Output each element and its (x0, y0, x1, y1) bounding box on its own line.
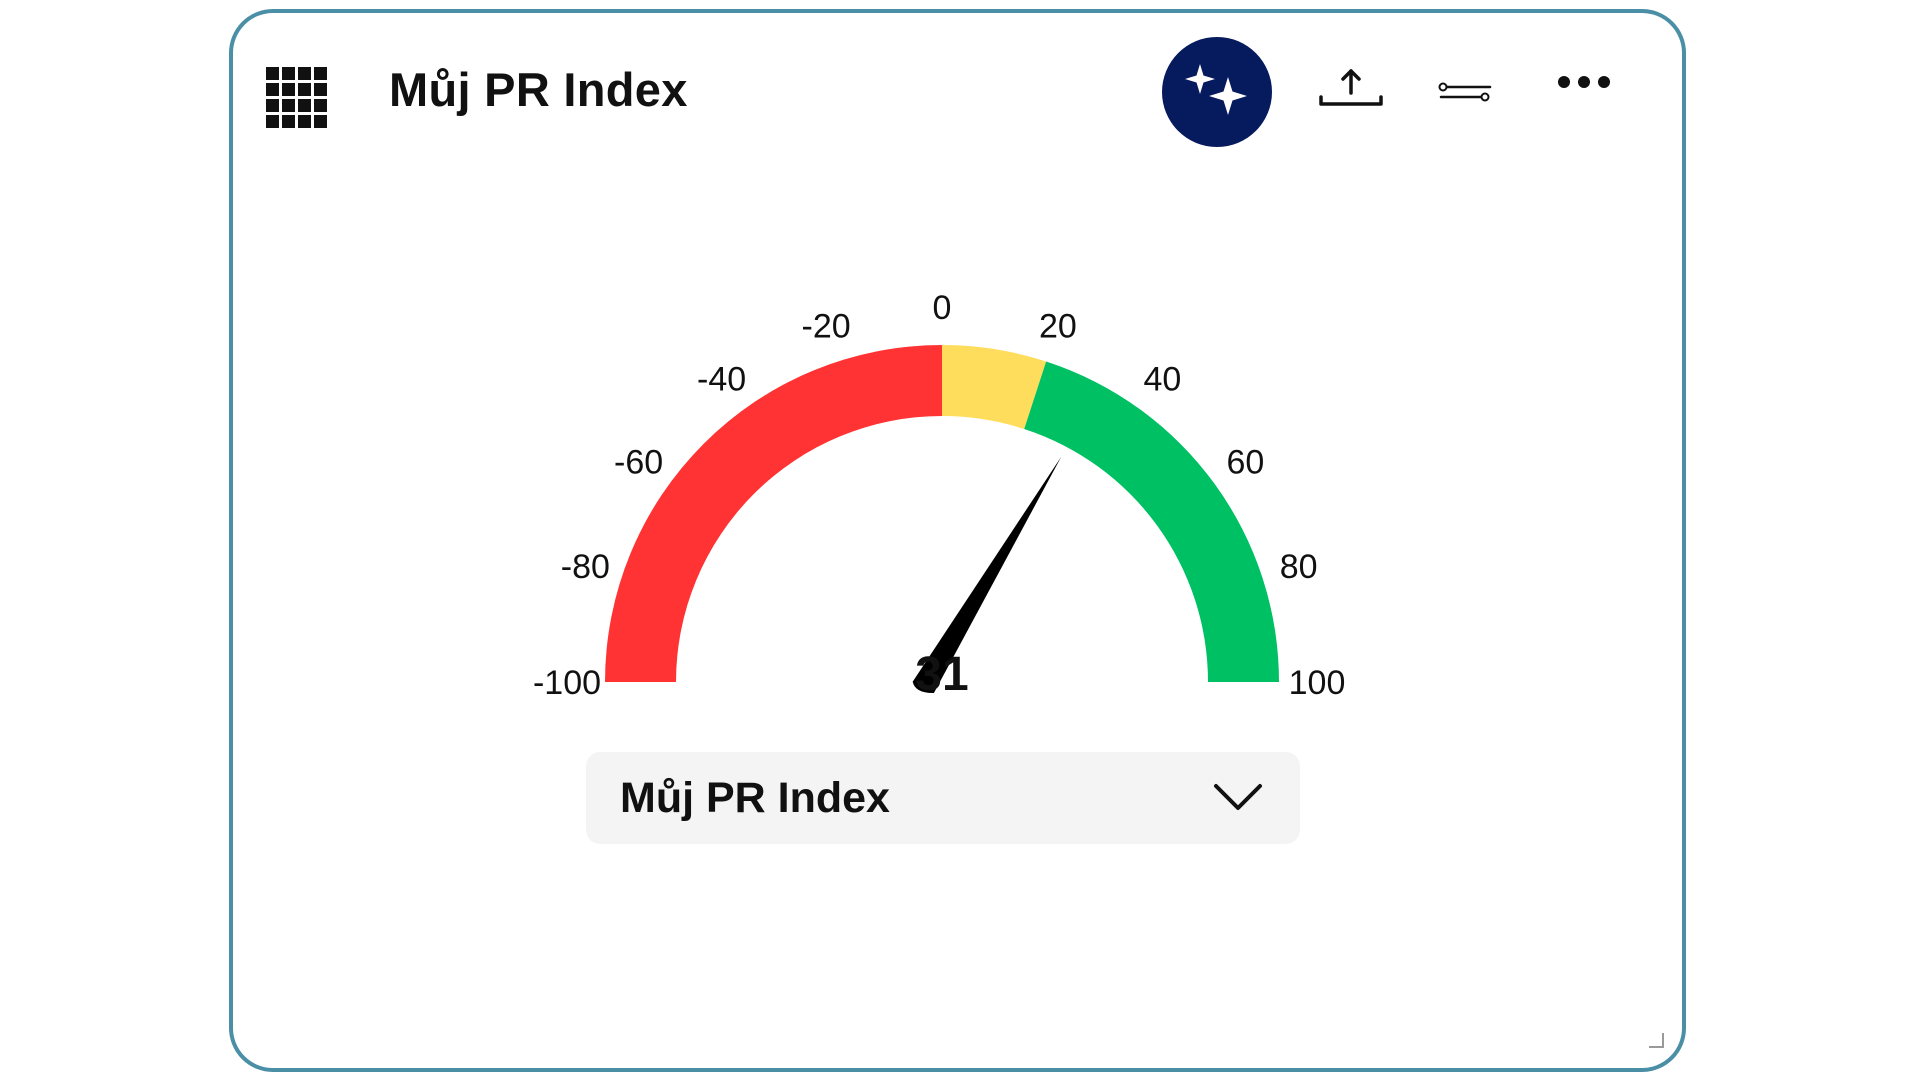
index-selector-dropdown[interactable]: Můj PR Index (586, 752, 1300, 844)
gauge-value: 31 (915, 648, 968, 701)
gauge-tick-label: 60 (1226, 444, 1264, 482)
selector-value: Můj PR Index (620, 774, 890, 822)
gauge-tick-label: -80 (561, 548, 610, 586)
gauge-tick-label: 20 (1039, 307, 1077, 345)
resize-handle-icon[interactable] (1646, 1030, 1666, 1050)
gauge-tick-label: -100 (533, 664, 601, 702)
gauge-tick-label: 100 (1289, 664, 1346, 702)
gauge-tick-label: -20 (802, 307, 851, 345)
gauge-tick-label: 80 (1280, 548, 1318, 586)
gauge-band-0 (605, 345, 942, 682)
gauge-tick-label: 0 (933, 289, 952, 327)
gauge-band-2 (1024, 361, 1279, 682)
gauge-chart: -100 -80 -60 -40 -20 0 20 40 60 80 100 31 (533, 289, 1346, 702)
chevron-down-icon (1214, 784, 1262, 810)
gauge-tick-label: 40 (1144, 361, 1182, 399)
gauge-tick-label: -60 (614, 444, 663, 482)
gauge-tick-label: -40 (697, 361, 746, 399)
